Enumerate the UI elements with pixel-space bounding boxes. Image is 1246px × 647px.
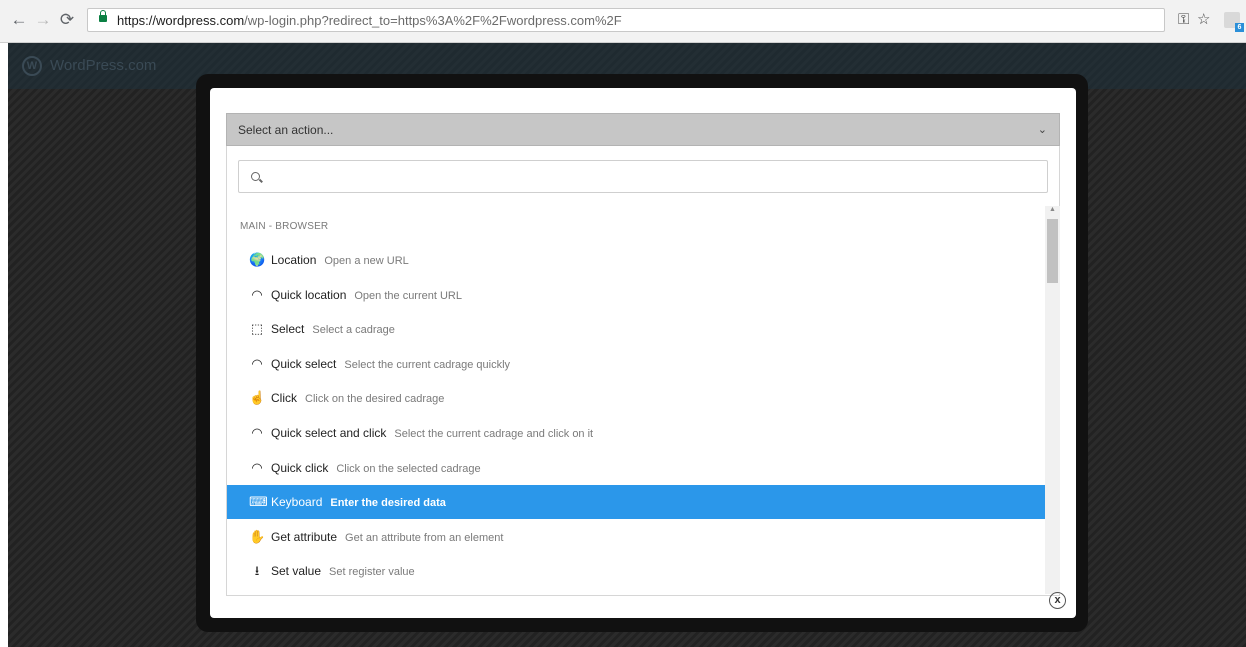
action-item-quick-select-and-click[interactable]: ◠ Quick select and click Select the curren… — [227, 416, 1045, 450]
scrollbar-thumb[interactable] — [1047, 219, 1058, 283]
action-item-description: Click on the desired cadrage — [305, 393, 445, 406]
search-input[interactable] — [269, 167, 1033, 189]
action-item-description: Enter the desired data — [330, 497, 446, 510]
bookmark-star-icon[interactable]: ☆ — [1197, 11, 1210, 29]
chevron-down-icon: ⌄ — [1037, 124, 1047, 136]
action-item-name: Location — [271, 253, 317, 267]
speedometer-icon: ◠ — [251, 355, 263, 371]
close-button[interactable]: x — [1049, 592, 1066, 609]
speedometer-icon: ◠ — [251, 286, 263, 302]
action-item-name: Click — [271, 391, 297, 406]
browser-toolbar: ← → ⟳ https://wordpress.com/wp-login.php… — [0, 0, 1246, 43]
action-item-name: Quick select — [271, 356, 337, 371]
action-item-name: Quick select and click — [271, 426, 387, 440]
action-item-description: Get an attribute from an element — [345, 531, 504, 544]
action-item-name: Keyboard — [271, 495, 323, 510]
search-icon — [251, 172, 260, 181]
action-dropdown: MAIN - BROWSER 🌍 Location Open a new URL ◠ Q… — [226, 146, 1060, 596]
action-item-label: Quick location Open the current URL — [271, 288, 462, 302]
action-item-name: Select — [271, 322, 305, 337]
keyboard-icon: ⌨ — [249, 494, 268, 510]
action-item-label: Location Open a new URL — [271, 253, 409, 267]
action-item-quick-select[interactable]: ◠ Quick select Select the current cadrage … — [227, 347, 1045, 381]
scroll-up-icon[interactable]: ▲ — [1049, 206, 1056, 213]
action-modal: Select an action... ⌄ MAIN - BROWSER 🌍 Lo… — [210, 88, 1076, 618]
action-item-label: Set value Set register value — [271, 564, 415, 578]
click-hand-icon: ☝ — [249, 390, 266, 406]
globe-icon: 🌍 — [249, 252, 266, 267]
back-arrow-icon[interactable]: ← — [10, 10, 28, 30]
action-item-click[interactable]: ☝ Click Click on the desired cadrage — [227, 381, 1045, 415]
forward-arrow-icon[interactable]: → — [34, 10, 52, 30]
action-item-name: Get attribute — [271, 529, 338, 544]
action-item-description: Select the current cadrage and click on … — [394, 428, 594, 440]
action-select[interactable]: Select an action... ⌄ — [226, 113, 1060, 146]
hand-grab-icon: ✋ — [249, 528, 266, 544]
action-item-label: Get attribute Get an attribute from an el… — [271, 530, 503, 544]
action-item-label: Click Click on the desired cadrage — [271, 391, 444, 405]
url-text: https://wordpress.com/wp-login.php?redir… — [117, 13, 622, 28]
key-icon[interactable]: ⚿ — [1178, 11, 1189, 29]
action-item-set-value[interactable]: ⭳ Set value Set register value — [227, 554, 1045, 588]
extension-badge: 6 — [1235, 23, 1244, 32]
action-item-description: Select the current cadrage quickly — [344, 358, 511, 371]
action-item-name: Quick location — [271, 287, 347, 302]
action-item-name: Quick click — [271, 460, 329, 475]
site-name: WordPress.com — [50, 57, 157, 74]
action-item-get-attribute[interactable]: ✋ Get attribute Get an attribute from an e… — [227, 520, 1045, 554]
action-item-description: Open the current URL — [354, 289, 462, 302]
action-select-placeholder: Select an action... — [238, 123, 334, 137]
speedometer-icon: ◠ — [251, 425, 263, 440]
address-bar[interactable]: https://wordpress.com/wp-login.php?redir… — [87, 8, 1165, 32]
search-box[interactable] — [238, 160, 1048, 193]
download-icon: ⭳ — [254, 563, 260, 579]
lock-icon — [99, 10, 107, 22]
action-item-label: Quick select Select the current cadrage q… — [271, 357, 510, 371]
action-item-keyboard[interactable]: ⌨ Keyboard Enter the desired data — [227, 485, 1045, 520]
action-item-name: Set value — [271, 564, 322, 579]
action-item-quick-click[interactable]: ◠ Quick click Click on the selected cadrag… — [227, 451, 1045, 485]
speedometer-icon: ◠ — [251, 459, 263, 475]
action-list: MAIN - BROWSER 🌍 Location Open a new URL ◠ Q… — [227, 206, 1045, 596]
action-item-description: Set register value — [329, 566, 415, 579]
action-item-select[interactable]: ⬚ Select Select a cadrage — [227, 312, 1045, 346]
action-item-quick-location[interactable]: ◠ Quick location Open the current URL — [227, 278, 1045, 312]
reload-icon[interactable]: ⟳ — [58, 10, 76, 30]
action-item-description: Open a new URL — [324, 255, 409, 267]
action-item-label: Quick click Click on the selected cadrage — [271, 461, 481, 475]
select-cursor-icon: ⬚ — [250, 321, 264, 337]
extension-icon[interactable]: 6 — [1224, 12, 1244, 32]
action-item-label: Select Select a cadrage — [271, 322, 395, 336]
scrollbar[interactable]: ▲ — [1045, 206, 1060, 594]
action-item-label: Quick select and click Select the current… — [271, 426, 593, 440]
action-item-description: Select a cadrage — [312, 324, 395, 337]
wordpress-logo-icon: W — [22, 56, 42, 76]
action-item-description: Click on the selected cadrage — [336, 462, 481, 475]
group-label: MAIN - BROWSER — [240, 221, 329, 232]
action-item-label: Keyboard Enter the desired data — [271, 495, 446, 509]
action-item-location[interactable]: 🌍 Location Open a new URL — [227, 243, 1045, 277]
